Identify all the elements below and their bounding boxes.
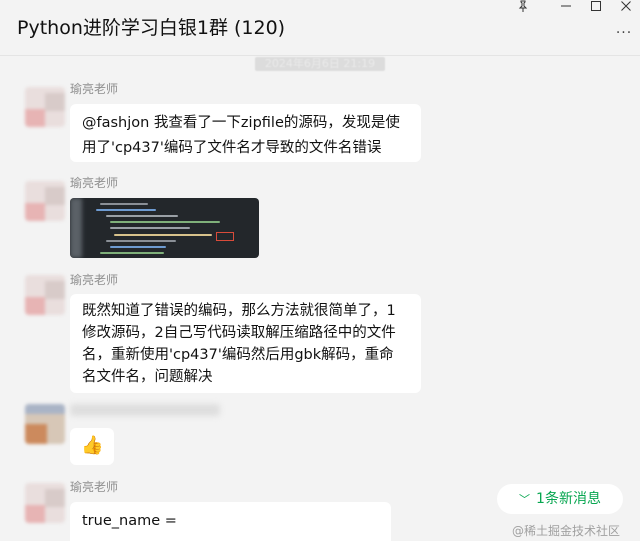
message-line: 既然知道了错误的编码，那么方法就很简单了，1 xyxy=(82,303,396,319)
watermark: @稀土掘金技术社区 xyxy=(512,524,621,538)
close-icon[interactable] xyxy=(614,0,638,16)
sender-name: 瑜亮老师 xyxy=(70,82,119,96)
new-messages-label: 1条新消息 xyxy=(536,491,601,507)
avatar[interactable] xyxy=(25,181,65,221)
message-line: true_name = xyxy=(82,513,177,529)
message-line: @fashjon 我查看了一下zipfile的源码，发现是使 xyxy=(82,115,400,131)
message-bubble[interactable]: 既然知道了错误的编码，那么方法就很简单了，1 修改源码，2自己写代码读取解压缩路… xyxy=(70,294,421,393)
sender-name-blurred xyxy=(70,404,220,416)
message-line: 修改源码，2自己写代码读取解压缩路径中的文件 xyxy=(82,325,396,341)
message-bubble[interactable]: 👍 xyxy=(70,428,114,465)
pin-icon[interactable] xyxy=(511,0,535,16)
chat-title: Python进阶学习白银1群 (120) xyxy=(17,17,286,39)
sender-name: 瑜亮老师 xyxy=(70,480,119,494)
avatar[interactable] xyxy=(25,275,65,315)
thumbs-up-emoji: 👍 xyxy=(81,435,104,456)
avatar[interactable] xyxy=(25,404,65,444)
avatar[interactable] xyxy=(25,483,65,523)
code-screenshot-image[interactable] xyxy=(70,198,259,258)
message-line: 名，重新使用'cp437'编码然后用gbk解码，重命 xyxy=(82,347,394,363)
new-messages-button[interactable]: ﹀ 1条新消息 xyxy=(497,484,623,514)
message-bubble[interactable]: true_name = xyxy=(70,502,391,541)
maximize-icon[interactable] xyxy=(584,0,608,16)
message-line: 用了'cp437'编码了文件名才导致的文件名错误 xyxy=(82,140,382,156)
title-bar: Python进阶学习白银1群 (120) ··· xyxy=(0,0,640,52)
minimize-icon[interactable] xyxy=(554,0,578,16)
title-divider xyxy=(0,55,640,56)
avatar[interactable] xyxy=(25,87,65,127)
more-icon[interactable]: ··· xyxy=(612,26,636,42)
chevron-down-icon: ﹀ xyxy=(519,493,531,506)
sender-name: 瑜亮老师 xyxy=(70,176,119,190)
message-line: 名文件名，问题解决 xyxy=(82,369,213,385)
message-bubble[interactable]: @fashjon 我查看了一下zipfile的源码，发现是使 用了'cp437'… xyxy=(70,104,421,162)
sender-name: 瑜亮老师 xyxy=(70,273,119,287)
message-timestamp: 2024年6月6日 21:19 xyxy=(255,57,385,71)
